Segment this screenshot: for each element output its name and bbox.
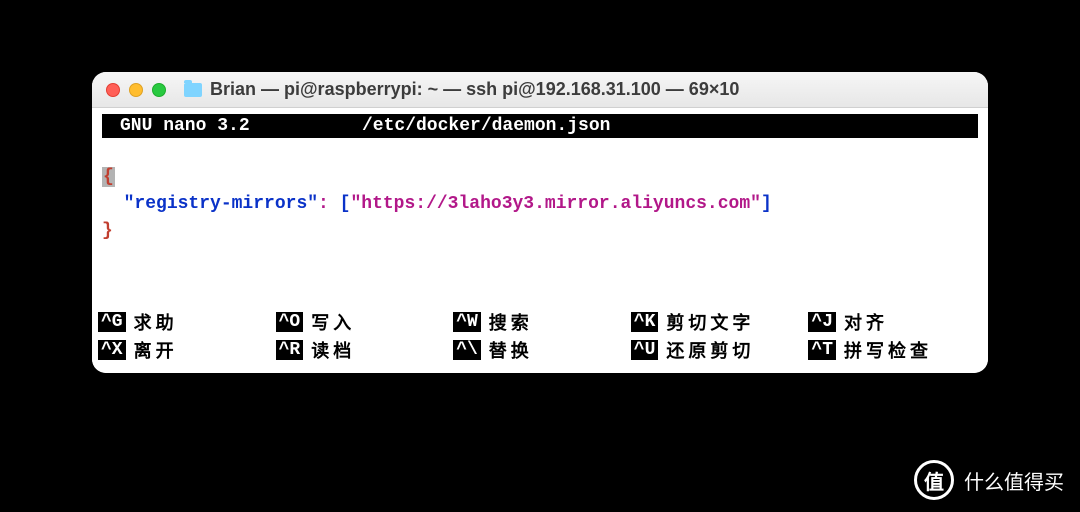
help-search: ^W搜索 <box>453 309 627 335</box>
close-icon[interactable] <box>106 83 120 97</box>
kbd-ctrl-w: ^W <box>453 312 481 332</box>
watermark-icon: 值 <box>914 460 954 500</box>
maximize-icon[interactable] <box>152 83 166 97</box>
kbd-ctrl-k: ^K <box>631 312 659 332</box>
nano-header: GNU nano 3.2 /etc/docker/daemon.json <box>102 114 978 138</box>
kbd-ctrl-g: ^G <box>98 312 126 332</box>
help-uncut: ^U还原剪切 <box>631 337 805 363</box>
cursor: { <box>102 167 115 187</box>
help-row-2: ^X离开 ^R读档 ^\替换 ^U还原剪切 ^T拼写检查 <box>98 337 982 363</box>
kbd-ctrl-j: ^J <box>808 312 836 332</box>
help-cut: ^K剪切文字 <box>631 309 805 335</box>
kbd-ctrl-u: ^U <box>631 340 659 360</box>
traffic-lights <box>106 83 166 97</box>
help-spell: ^T拼写检查 <box>808 337 982 363</box>
watermark-text: 什么值得买 <box>964 466 1064 495</box>
terminal-body[interactable]: GNU nano 3.2 /etc/docker/daemon.json { "… <box>92 114 988 373</box>
help-write-out: ^O写入 <box>276 309 450 335</box>
kbd-ctrl-t: ^T <box>808 340 836 360</box>
help-replace: ^\替换 <box>453 337 627 363</box>
nano-file-path: /etc/docker/daemon.json <box>362 116 610 136</box>
titlebar: Brian — pi@raspberrypi: ~ — ssh pi@192.1… <box>92 72 988 108</box>
help-exit: ^X离开 <box>98 337 272 363</box>
nano-app-name: GNU nano 3.2 <box>102 116 362 136</box>
watermark: 值 什么值得买 <box>914 460 1064 500</box>
window-title: Brian — pi@raspberrypi: ~ — ssh pi@192.1… <box>210 79 974 100</box>
json-key: "registry-mirrors" <box>124 194 318 214</box>
help-justify: ^J对齐 <box>808 309 982 335</box>
folder-icon <box>184 83 202 97</box>
help-get-help: ^G求助 <box>98 309 272 335</box>
help-read-file: ^R读档 <box>276 337 450 363</box>
json-value: "https://3laho3y3.mirror.aliyuncs.com" <box>350 194 760 214</box>
kbd-ctrl-backslash: ^\ <box>453 340 481 360</box>
minimize-icon[interactable] <box>129 83 143 97</box>
help-row-1: ^G求助 ^O写入 ^W搜索 ^K剪切文字 ^J对齐 <box>98 309 982 335</box>
nano-help-bar: ^G求助 ^O写入 ^W搜索 ^K剪切文字 ^J对齐 ^X离开 ^R读档 ^\替… <box>92 305 988 373</box>
kbd-ctrl-o: ^O <box>276 312 304 332</box>
kbd-ctrl-x: ^X <box>98 340 126 360</box>
kbd-ctrl-r: ^R <box>276 340 304 360</box>
terminal-window: Brian — pi@raspberrypi: ~ — ssh pi@192.1… <box>92 72 988 373</box>
editor-area[interactable]: { "registry-mirrors": ["https://3laho3y3… <box>92 138 988 305</box>
